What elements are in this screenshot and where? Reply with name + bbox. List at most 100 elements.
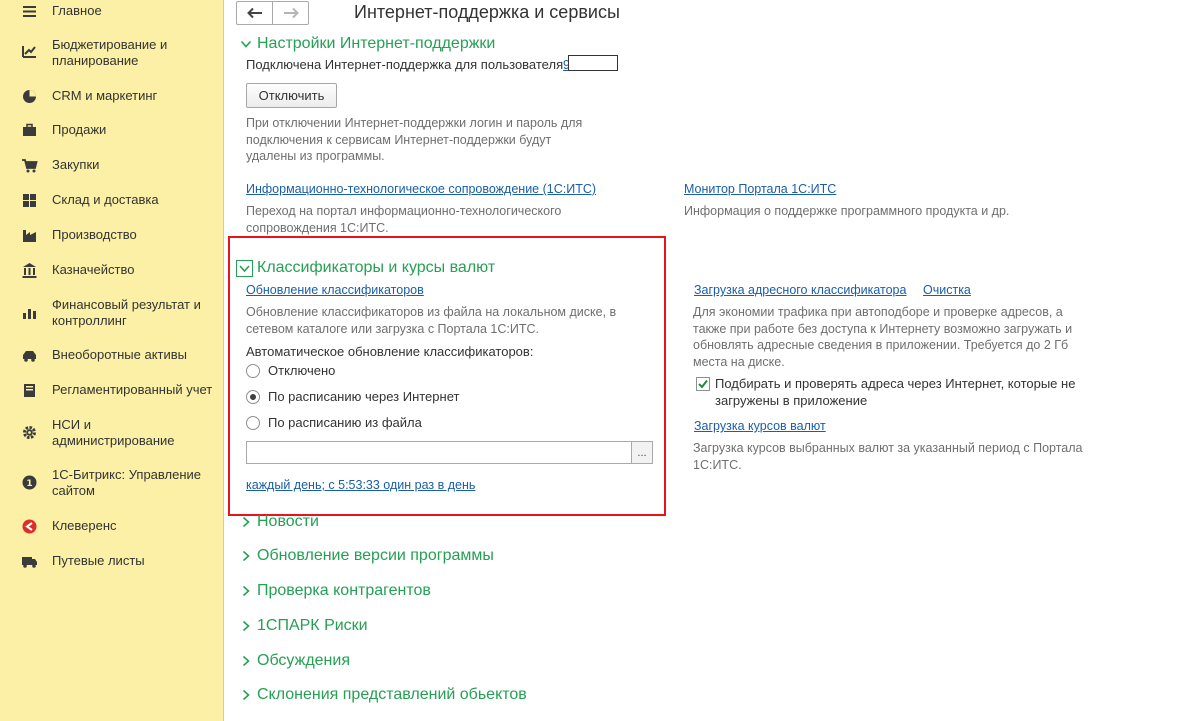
radio-button[interactable] bbox=[246, 363, 260, 378]
section-label: Склонения представлений обьектов bbox=[257, 686, 527, 703]
chevron-down-icon bbox=[240, 40, 252, 48]
address-classifier-hint: Для экономии трафика при автоподборе и п… bbox=[693, 305, 1073, 369]
sidebar-item-regulated-accounting[interactable]: Регламентированный учет bbox=[0, 382, 224, 402]
chevron-right-icon bbox=[242, 620, 250, 632]
arrow-right-icon bbox=[283, 7, 299, 19]
sidebar-item-label: CRM и маркетинг bbox=[52, 88, 158, 103]
section-label: Проверка контрагентов bbox=[257, 582, 431, 599]
sidebar-item-label: Закупки bbox=[52, 157, 100, 172]
sidebar-item-label: Финансовый результат и контроллинг bbox=[52, 297, 201, 328]
navigation-buttons bbox=[236, 1, 309, 25]
radio-button[interactable] bbox=[246, 389, 260, 404]
section-classifiers[interactable]: Классификаторы и курсы валют bbox=[236, 259, 495, 277]
treasury-icon bbox=[21, 262, 38, 279]
file-path-input[interactable] bbox=[247, 442, 627, 463]
section-label: 1СПАРК Риски bbox=[257, 617, 368, 634]
its-link[interactable]: Информационно-технологическое сопровожде… bbox=[246, 181, 596, 197]
arrow-left-icon bbox=[246, 7, 262, 19]
sidebar-item-crm[interactable]: CRM и маркетинг bbox=[0, 88, 224, 108]
radio-schedule-internet[interactable]: По расписанию через Интернет bbox=[246, 389, 459, 404]
sidebar-item-waybills[interactable]: Путевые листы bbox=[0, 553, 224, 573]
factory-icon bbox=[21, 227, 38, 244]
sidebar-item-label: Казначейство bbox=[52, 262, 135, 277]
sidebar-item-cleverence[interactable]: Клеверенс bbox=[0, 518, 224, 538]
chevron-right-icon bbox=[242, 550, 250, 562]
warehouse-grid-icon bbox=[21, 192, 38, 209]
briefcase-icon bbox=[21, 122, 38, 139]
sidebar-item-bitrix[interactable]: 1 1С-Битрикс: Управление сайтом bbox=[0, 467, 224, 501]
section-news[interactable]: Новости bbox=[240, 513, 319, 531]
sidebar-item-label: Продажи bbox=[52, 122, 107, 137]
disconnect-button[interactable]: Отключить bbox=[246, 83, 337, 108]
section-label: Настройки Интернет-поддержки bbox=[257, 35, 496, 52]
schedule-link[interactable]: каждый день; с 5:53:33 один раз в день bbox=[246, 477, 475, 493]
sidebar-item-label: 1С-Битрикс: Управление сайтом bbox=[52, 467, 202, 498]
sidebar-item-sales[interactable]: Продажи bbox=[0, 122, 224, 142]
gear-icon bbox=[21, 424, 38, 441]
shopping-cart-icon bbox=[21, 157, 38, 174]
radio-label: Отключено bbox=[268, 363, 336, 378]
section-spark-risks[interactable]: 1СПАРК Риски bbox=[240, 617, 368, 635]
sidebar-item-label: Производство bbox=[52, 227, 137, 242]
sidebar-item-budget[interactable]: Бюджетирование и планирование bbox=[0, 37, 224, 71]
radio-disabled[interactable]: Отключено bbox=[246, 363, 335, 378]
section-declensions[interactable]: Склонения представлений обьектов bbox=[240, 686, 527, 704]
update-classifiers-hint: Обновление классификаторов из файла на л… bbox=[246, 305, 617, 336]
bitrix-icon: 1 bbox=[21, 474, 38, 491]
chevron-right-icon bbox=[242, 655, 250, 667]
radio-label: По расписанию через Интернет bbox=[268, 389, 460, 404]
sidebar-item-nsi-admin[interactable]: НСИ и администрирование bbox=[0, 417, 224, 451]
section-label: Обновление версии программы bbox=[257, 547, 494, 564]
chevron-right-icon bbox=[242, 689, 250, 701]
sidebar-item-production[interactable]: Производство bbox=[0, 227, 224, 247]
monitor-link[interactable]: Монитор Портала 1С:ИТС bbox=[684, 181, 836, 197]
sidebar-item-label: Внеоборотные активы bbox=[52, 347, 188, 362]
sidebar-item-label: Клеверенс bbox=[52, 518, 117, 533]
cleverence-icon bbox=[21, 518, 38, 535]
its-hint: Переход на портал информационно-технолог… bbox=[246, 204, 562, 235]
sidebar-item-fixed-assets[interactable]: Внеоборотные активы bbox=[0, 347, 224, 367]
back-button[interactable] bbox=[237, 2, 272, 24]
chevron-right-icon bbox=[242, 516, 250, 528]
clear-link[interactable]: Очистка bbox=[923, 282, 971, 298]
forward-button[interactable] bbox=[272, 2, 308, 24]
update-classifiers-link[interactable]: Обновление классификаторов bbox=[246, 282, 424, 298]
section-label: Классификаторы и курсы валют bbox=[257, 259, 496, 276]
monitor-hint: Информация о поддержке программного прод… bbox=[684, 204, 1010, 218]
sidebar-item-main[interactable]: Главное bbox=[0, 3, 224, 23]
assets-car-icon bbox=[21, 347, 38, 364]
section-support-settings[interactable]: Настройки Интернет-поддержки bbox=[240, 35, 495, 53]
chevron-down-icon bbox=[236, 259, 253, 277]
auto-update-label: Автоматическое обновление классификаторо… bbox=[246, 344, 534, 359]
sidebar-item-warehouse[interactable]: Склад и доставка bbox=[0, 192, 224, 212]
disconnect-hint: При отключении Интернет-поддержки логин … bbox=[246, 116, 583, 163]
svg-text:1: 1 bbox=[26, 479, 32, 489]
file-path-field: ... bbox=[246, 441, 653, 464]
browse-button[interactable]: ... bbox=[631, 442, 652, 463]
radio-button[interactable] bbox=[246, 415, 260, 430]
currency-rates-link[interactable]: Загрузка курсов валют bbox=[694, 418, 826, 434]
section-label: Новости bbox=[257, 513, 319, 530]
pie-chart-icon bbox=[21, 88, 38, 105]
address-classifier-link[interactable]: Загрузка адресного классификатора bbox=[694, 282, 906, 298]
budget-chart-icon bbox=[21, 43, 38, 60]
sidebar-item-label: Путевые листы bbox=[52, 553, 145, 568]
sidebar: Главное Бюджетирование и планирование CR… bbox=[0, 0, 224, 721]
sidebar-item-financial-result[interactable]: Финансовый результат и контроллинг bbox=[0, 297, 224, 331]
truck-icon bbox=[21, 553, 38, 570]
page-title: Интернет-поддержка и сервисы bbox=[354, 2, 620, 22]
user-name-box bbox=[568, 55, 618, 71]
section-discussions[interactable]: Обсуждения bbox=[240, 652, 350, 670]
check-address-checkbox[interactable] bbox=[696, 377, 710, 391]
currency-rates-hint: Загрузка курсов выбранных валют за указа… bbox=[693, 441, 1083, 472]
sidebar-item-purchases[interactable]: Закупки bbox=[0, 157, 224, 177]
checkmark-icon bbox=[698, 379, 708, 389]
sidebar-item-treasury[interactable]: Казначейство bbox=[0, 262, 224, 282]
sidebar-item-label: Бюджетирование и планирование bbox=[52, 37, 168, 68]
section-program-update[interactable]: Обновление версии программы bbox=[240, 547, 494, 565]
section-counterparty-check[interactable]: Проверка контрагентов bbox=[240, 582, 431, 600]
radio-schedule-file[interactable]: По расписанию из файла bbox=[246, 415, 422, 430]
bar-chart-icon bbox=[21, 304, 38, 321]
sidebar-item-label: НСИ и администрирование bbox=[52, 417, 175, 448]
radio-label: По расписанию из файла bbox=[268, 415, 422, 430]
